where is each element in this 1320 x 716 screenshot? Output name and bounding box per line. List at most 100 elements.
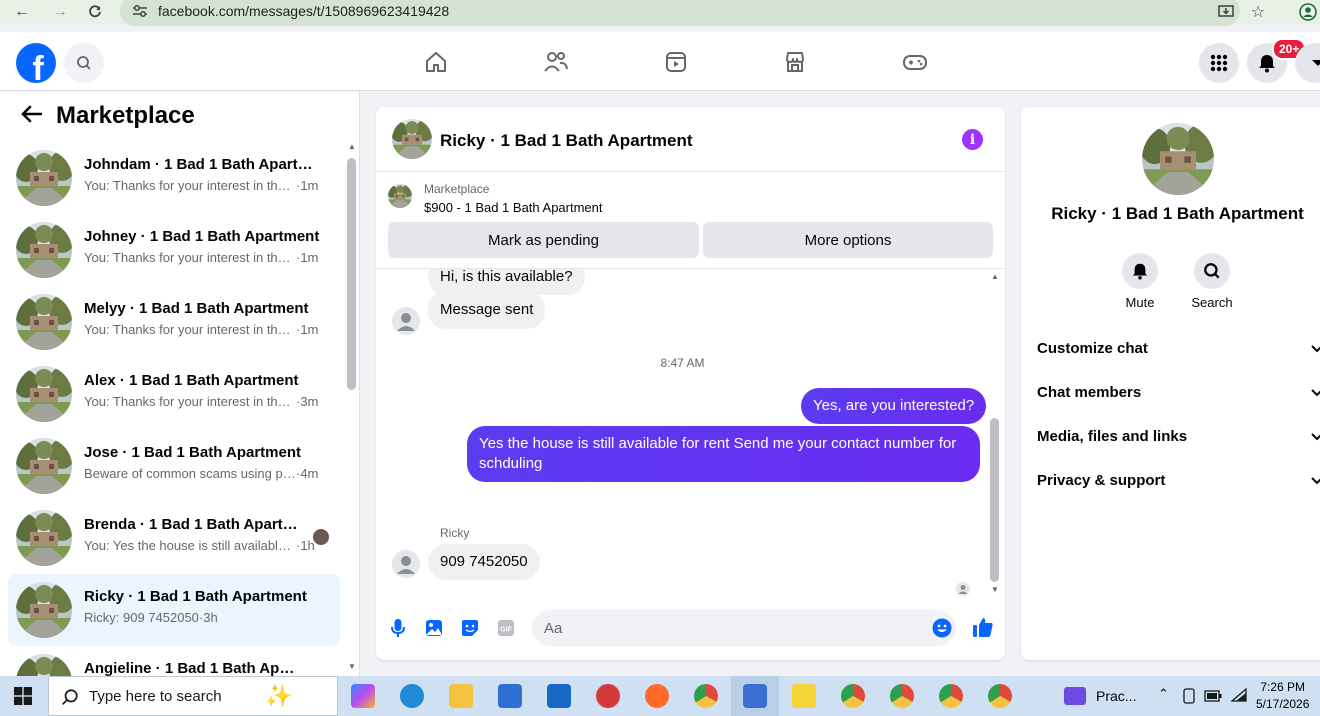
message-bubble-incoming[interactable]: Message sent bbox=[428, 291, 546, 329]
active-taskbar-app[interactable] bbox=[731, 676, 779, 716]
conversation-row[interactable]: Johney · 1 Bad 1 Bath Apartment You: Than… bbox=[8, 214, 340, 286]
back-icon[interactable]: ← bbox=[10, 0, 34, 24]
preview-text: You: Thanks for your interest in the lis… bbox=[84, 394, 296, 409]
home-icon[interactable] bbox=[422, 48, 450, 76]
marketplace-icon[interactable] bbox=[781, 48, 809, 76]
video-icon[interactable] bbox=[662, 48, 690, 76]
back-arrow-icon[interactable] bbox=[20, 105, 43, 128]
mute-button[interactable]: Mute bbox=[1110, 253, 1170, 310]
conversation-row[interactable]: Melyy · 1 Bad 1 Bath Apartment You: Thank… bbox=[8, 286, 340, 358]
conversation-preview: You: Yes the house is still available fo… bbox=[84, 538, 324, 553]
conversation-row[interactable]: Jose · 1 Bad 1 Bath Apartment Beware of c… bbox=[8, 430, 340, 502]
sticky-notes-icon[interactable] bbox=[792, 684, 816, 708]
scroll-down-arrow[interactable]: ▼ bbox=[347, 662, 357, 671]
copilot-icon[interactable] bbox=[351, 684, 375, 708]
battery-icon[interactable] bbox=[1204, 689, 1222, 707]
chevron-down-icon bbox=[1311, 384, 1320, 401]
profile-icon[interactable] bbox=[1296, 0, 1320, 24]
gaming-icon[interactable] bbox=[901, 48, 929, 76]
conversation-name: Johney · 1 Bad 1 Bath Apartment bbox=[84, 228, 320, 245]
conversation-row[interactable]: Alex · 1 Bad 1 Bath Apartment You: Thanks… bbox=[8, 358, 340, 430]
chevron-down-icon bbox=[1311, 340, 1320, 357]
outlook-icon[interactable] bbox=[547, 684, 571, 708]
show-hidden-icons-chevron-icon[interactable]: ⌃ bbox=[1158, 686, 1169, 702]
message-bubble-outgoing[interactable]: Yes, are you interested? bbox=[801, 388, 987, 424]
microsoft-store-icon[interactable] bbox=[498, 684, 522, 708]
details-section-chat-members[interactable]: Chat members bbox=[1037, 370, 1320, 414]
message-bubble-incoming[interactable]: 909 7452050 bbox=[428, 544, 540, 580]
chrome-icon[interactable] bbox=[939, 684, 963, 708]
conversation-scrollbar[interactable] bbox=[347, 158, 356, 390]
conversation-row[interactable]: Ricky · 1 Bad 1 Bath Apartment Ricky: 909… bbox=[8, 574, 340, 646]
address-bar[interactable]: facebook.com/messages/t/1508969623419428 bbox=[120, 0, 1240, 26]
taskbar-search-placeholder: Type here to search bbox=[89, 687, 222, 705]
url-text: facebook.com/messages/t/1508969623419428 bbox=[158, 3, 450, 19]
search-icon[interactable] bbox=[64, 43, 104, 83]
menu-grid-icon[interactable] bbox=[1199, 43, 1239, 83]
contact-avatar[interactable] bbox=[1142, 123, 1214, 195]
info-icon[interactable]: i bbox=[962, 129, 983, 150]
edge-browser-icon[interactable] bbox=[400, 684, 424, 708]
scroll-down-arrow[interactable]: ▼ bbox=[990, 585, 1000, 594]
conversation-avatar bbox=[16, 294, 72, 350]
device-icon[interactable] bbox=[1182, 688, 1196, 709]
conversation-avatar bbox=[16, 582, 72, 638]
taskbar-search-box[interactable]: Type here to search ✨ bbox=[48, 676, 338, 716]
message-thread: Hi, is this available? Message sent 8:47… bbox=[376, 269, 1005, 599]
sticker-icon[interactable] bbox=[460, 618, 480, 638]
bell-icon bbox=[1122, 253, 1158, 289]
details-section-customize-chat[interactable]: Customize chat bbox=[1037, 326, 1320, 370]
conversation-avatar bbox=[16, 510, 72, 566]
reload-icon[interactable] bbox=[83, 0, 107, 24]
mark-as-pending-button[interactable]: Mark as pending bbox=[388, 222, 699, 258]
chat-panel: Ricky · 1 Bad 1 Bath Apartment i Marketp… bbox=[376, 107, 1005, 660]
system-clock[interactable]: 7:26 PM 5/17/2026 bbox=[1256, 679, 1309, 713]
forward-icon[interactable]: → bbox=[48, 0, 72, 24]
chat-scrollbar[interactable] bbox=[990, 418, 999, 582]
conversation-name: Brenda · 1 Bad 1 Bath Apartment bbox=[84, 516, 299, 533]
like-thumbs-up-icon[interactable] bbox=[972, 616, 994, 638]
chrome-icon[interactable] bbox=[988, 684, 1012, 708]
chrome-icon[interactable] bbox=[841, 684, 865, 708]
site-settings-icon[interactable] bbox=[132, 4, 148, 21]
conversation-row[interactable]: Brenda · 1 Bad 1 Bath Apartment You: Yes … bbox=[8, 502, 340, 574]
firefox-icon[interactable] bbox=[645, 684, 669, 708]
wifi-icon[interactable] bbox=[1230, 687, 1248, 708]
bookmark-star-icon[interactable]: ☆ bbox=[1246, 0, 1270, 24]
scroll-up-arrow[interactable]: ▲ bbox=[347, 142, 357, 151]
video-app-icon bbox=[1064, 687, 1086, 705]
message-input[interactable] bbox=[532, 610, 956, 646]
friends-icon[interactable] bbox=[542, 48, 570, 76]
more-options-button[interactable]: More options bbox=[703, 222, 993, 258]
conversation-avatar bbox=[16, 366, 72, 422]
details-section-media-files-and-links[interactable]: Media, files and links bbox=[1037, 414, 1320, 458]
preview-text: Ricky: 909 7452050 bbox=[84, 610, 199, 625]
message-bubble-outgoing[interactable]: Yes the house is still available for ren… bbox=[467, 426, 980, 482]
conversation-row[interactable]: Angieline · 1 Bad 1 Bath Apartment bbox=[8, 646, 340, 676]
listing-title[interactable]: $900 - 1 Bad 1 Bath Apartment bbox=[424, 200, 603, 215]
chrome-icon[interactable] bbox=[694, 684, 718, 708]
app-icon-red[interactable] bbox=[596, 684, 620, 708]
search-in-chat-button[interactable]: Search bbox=[1182, 253, 1242, 310]
chrome-icon[interactable] bbox=[890, 684, 914, 708]
emoji-icon[interactable] bbox=[932, 618, 952, 638]
microphone-icon[interactable] bbox=[388, 618, 408, 638]
gif-icon[interactable]: GIF bbox=[496, 618, 516, 638]
search-icon bbox=[1194, 253, 1230, 289]
scroll-up-arrow[interactable]: ▲ bbox=[990, 272, 1000, 281]
section-label: Chat members bbox=[1037, 383, 1142, 401]
facebook-logo[interactable]: f bbox=[16, 43, 56, 83]
file-explorer-icon[interactable] bbox=[449, 684, 473, 708]
chat-avatar[interactable] bbox=[392, 119, 432, 159]
listing-thumbnail[interactable] bbox=[388, 184, 412, 208]
search-highlight-icon: ✨ bbox=[265, 683, 293, 708]
install-app-icon[interactable] bbox=[1214, 0, 1238, 24]
pinned-app-button[interactable]: Prac... bbox=[1064, 676, 1150, 716]
chat-title[interactable]: Ricky · 1 Bad 1 Bath Apartment bbox=[440, 131, 693, 151]
windows-start-icon[interactable] bbox=[14, 687, 32, 710]
photo-icon[interactable] bbox=[424, 618, 444, 638]
details-section-privacy-support[interactable]: Privacy & support bbox=[1037, 458, 1320, 502]
conversation-row[interactable]: Johndam · 1 Bad 1 Bath Apartment You: Tha… bbox=[8, 142, 340, 214]
facebook-top-nav: f 20+ bbox=[0, 32, 1320, 91]
conversation-name: Alex · 1 Bad 1 Bath Apartment bbox=[84, 372, 299, 389]
